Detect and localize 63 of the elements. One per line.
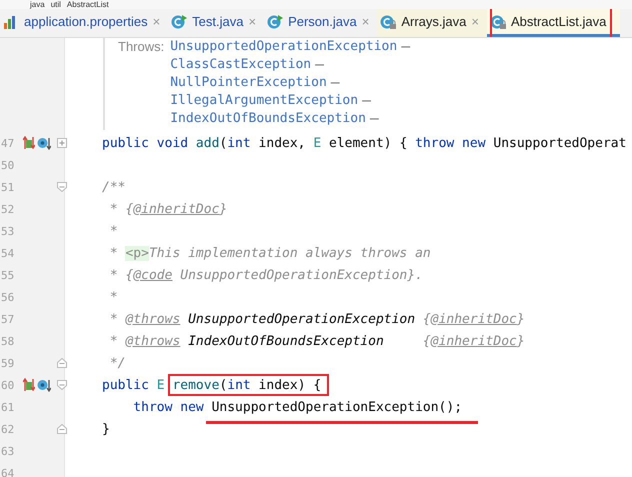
fold-marker-icon[interactable]: [57, 182, 67, 192]
dash-text: –: [362, 92, 371, 110]
code-line: * {@code UnsupportedOperationException}.: [108, 268, 423, 282]
close-icon[interactable]: ×: [471, 14, 479, 29]
code-line: * @throws IndexOutOfBoundsException {@inheritDoc}: [108, 334, 525, 348]
dash-text: –: [370, 110, 379, 128]
line-number: 50: [1, 158, 15, 172]
editor-tab[interactable]: AbstractList.java: [486, 9, 620, 37]
editor-tab[interactable]: Test.java ×: [168, 9, 264, 37]
code-line: *: [108, 224, 118, 238]
line-number: 52: [1, 202, 15, 216]
fold-marker-icon[interactable]: [57, 424, 67, 434]
code-line: /**: [102, 180, 126, 194]
line-number: 57: [1, 312, 15, 326]
code-line: throw new UnsupportedOperationException();: [132, 400, 462, 414]
throws-label: Throws:: [118, 38, 164, 56]
close-icon[interactable]: ×: [362, 14, 370, 29]
line-number: 61: [1, 400, 15, 414]
breadcrumb-item[interactable]: java: [30, 0, 45, 9]
class-icon: [267, 14, 284, 30]
line-number: 58: [1, 334, 15, 348]
code-line: }: [102, 422, 110, 436]
code-line: * @throws UnsupportedOperationException {@inheritDoc}: [108, 312, 525, 326]
code-line: * <p>This implementation always throws an: [108, 246, 431, 260]
fold-marker-icon[interactable]: [57, 380, 67, 390]
code-line: * {@inheritDoc}: [108, 202, 228, 216]
exception-link[interactable]: ClassCastException: [170, 56, 312, 74]
class-icon: [490, 14, 506, 30]
class-icon: [171, 14, 188, 30]
editor-tab[interactable]: Person.java ×: [264, 9, 378, 37]
line-number: 56: [1, 290, 15, 304]
code-line: */: [108, 356, 126, 370]
breadcrumb-item[interactable]: AbstractList: [66, 0, 109, 9]
exception-link[interactable]: IndexOutOfBoundsException: [170, 110, 366, 128]
code-line: public void add(int index, E element) { throw new UnsupportedOperat: [102, 136, 626, 150]
code-line: *: [108, 290, 118, 304]
editor-tab[interactable]: application.properties ×: [0, 9, 168, 37]
editor-tab[interactable]: Arrays.java ×: [377, 9, 487, 37]
dash-text: –: [401, 38, 410, 56]
close-icon[interactable]: ×: [152, 14, 160, 29]
code-line: public E remove(int index) {: [102, 378, 322, 392]
circle-arrow-icon: [37, 136, 51, 150]
class-icon: [380, 14, 396, 30]
exception-link[interactable]: NullPointerException: [170, 74, 327, 92]
fold-marker-icon[interactable]: [57, 358, 67, 368]
line-number: 54: [1, 246, 15, 260]
exception-link[interactable]: IllegalArgumentException: [170, 92, 358, 110]
plus-box-icon[interactable]: [57, 138, 67, 148]
close-icon[interactable]: ×: [248, 14, 256, 29]
line-number: 53: [1, 224, 15, 238]
dash-text: –: [315, 56, 324, 74]
line-number: 63: [1, 444, 15, 458]
circle-arrow-icon: [37, 378, 51, 392]
line-number: 60: [1, 378, 15, 392]
exception-link[interactable]: UnsupportedOperationException: [170, 38, 398, 56]
line-number: 64: [1, 466, 15, 477]
breadcrumb-item[interactable]: util: [50, 0, 61, 9]
line-number: 55: [1, 268, 15, 282]
line-number: 59: [1, 356, 15, 370]
line-number: 47: [1, 136, 15, 150]
line-number: 51: [1, 180, 15, 194]
dash-text: –: [330, 74, 340, 92]
line-number: 62: [1, 422, 15, 436]
